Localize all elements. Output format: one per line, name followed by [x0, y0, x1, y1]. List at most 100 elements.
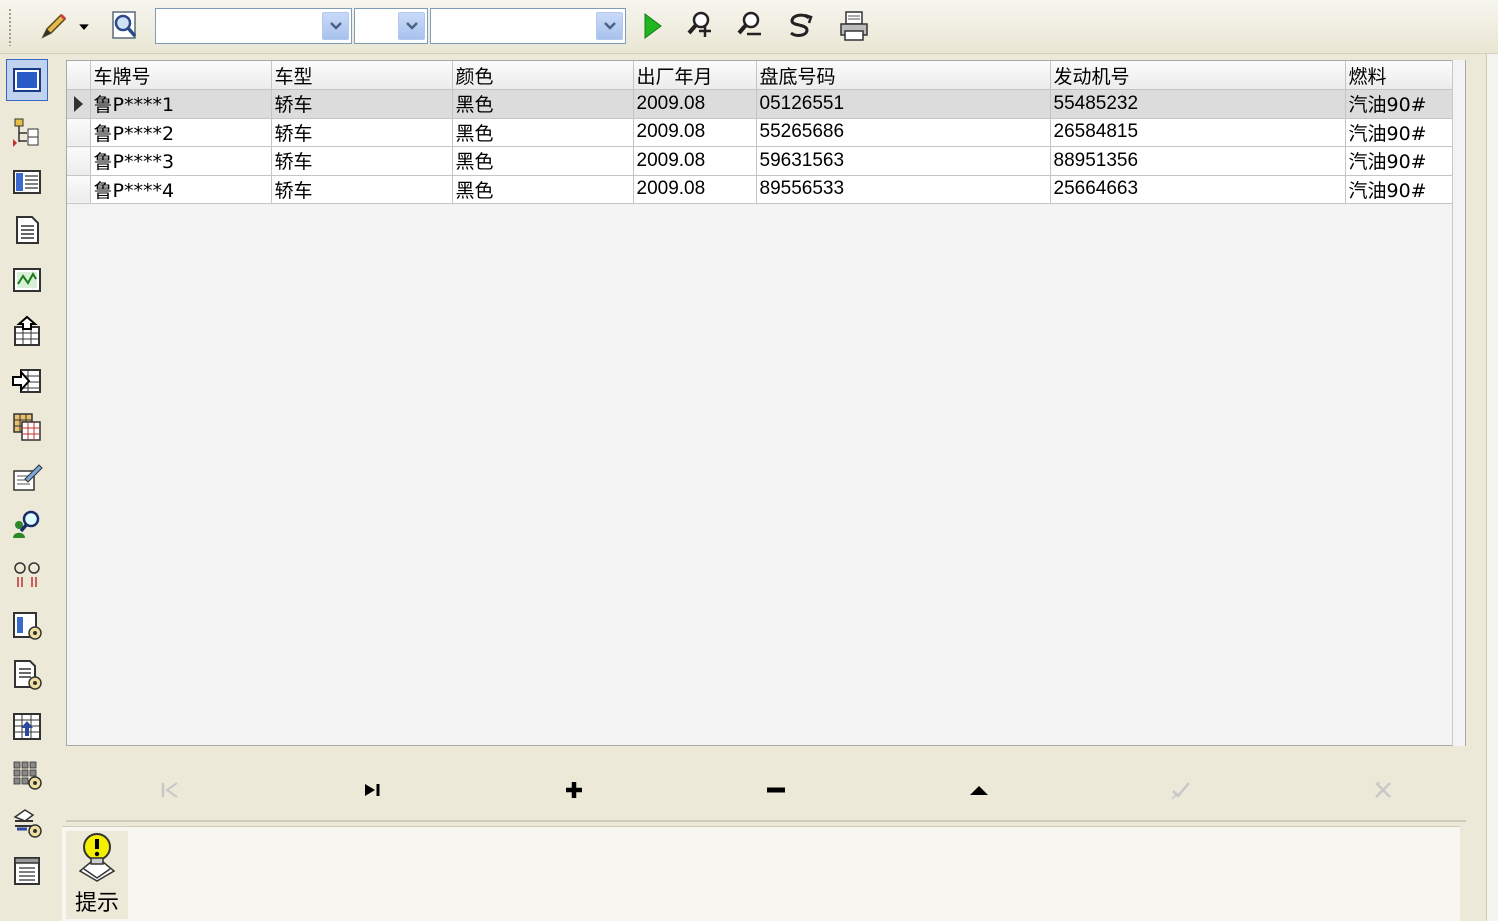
cell-chassis[interactable]: 05126551	[756, 89, 1051, 119]
query-operator-combo[interactable]	[354, 8, 428, 44]
sidebar-form-view[interactable]	[6, 59, 48, 101]
cell-chassis[interactable]: 59631563	[756, 146, 1051, 176]
row-indicator[interactable]	[67, 118, 91, 147]
cell-plate[interactable]: 鲁P****1	[90, 89, 272, 119]
find-next-icon[interactable]	[730, 6, 770, 46]
sidebar-document[interactable]	[6, 209, 48, 251]
cell-date[interactable]: 2009.08	[633, 175, 757, 204]
row-indicator[interactable]	[67, 146, 91, 176]
last-record-icon	[365, 784, 380, 796]
record-navigator	[66, 746, 1466, 822]
find-icon[interactable]	[680, 6, 720, 46]
cell-date[interactable]: 2009.08	[633, 146, 757, 176]
report-settings-icon	[13, 612, 42, 640]
query-field-combo[interactable]	[155, 8, 352, 44]
cell-fuel[interactable]: 汽油90#	[1345, 89, 1453, 119]
cell-engine[interactable]: 55485232	[1050, 89, 1346, 119]
cell-type[interactable]: 轿车	[271, 118, 453, 147]
first-record-button[interactable]	[152, 776, 188, 804]
cell-chassis[interactable]: 89556533	[756, 175, 1051, 204]
sidebar-export[interactable]	[6, 360, 48, 402]
column-header-engine[interactable]: 发动机号	[1050, 61, 1346, 90]
cell-type[interactable]: 轿车	[271, 146, 453, 176]
sidebar-report-settings[interactable]	[6, 604, 48, 646]
document-icon	[16, 216, 39, 244]
hint-button[interactable]: 提示	[66, 831, 128, 919]
sidebar-user-search[interactable]	[6, 504, 48, 546]
row-indicator[interactable]	[67, 175, 91, 204]
sidebar-edit-record[interactable]	[6, 456, 48, 498]
column-header-date[interactable]: 出厂年月	[633, 61, 757, 90]
cell-date[interactable]: 2009.08	[633, 118, 757, 147]
list-view-icon	[13, 170, 41, 194]
sidebar-import[interactable]	[6, 310, 48, 352]
cell-color[interactable]: 黑色	[452, 146, 634, 176]
refresh-icon[interactable]	[780, 6, 820, 46]
chevron-down-icon[interactable]	[596, 12, 623, 40]
chevron-down-icon[interactable]	[322, 12, 349, 40]
sidebar-tree-structure[interactable]	[6, 111, 48, 153]
cell-chassis[interactable]: 55265686	[756, 118, 1051, 147]
cell-type[interactable]: 轿车	[271, 89, 453, 119]
sidebar-notes[interactable]	[6, 850, 48, 892]
cell-engine[interactable]: 88951356	[1050, 146, 1346, 176]
last-record-button[interactable]	[354, 776, 390, 804]
left-sidebar	[0, 54, 56, 921]
cell-engine[interactable]: 26584815	[1050, 118, 1346, 147]
sidebar-chart[interactable]	[6, 259, 48, 301]
cell-color[interactable]: 黑色	[452, 89, 634, 119]
sidebar-document-settings[interactable]	[6, 654, 48, 696]
sidebar-list-view[interactable]	[6, 161, 48, 203]
vehicle-table: 车牌号 车型 颜色 出厂年月 盘底号码 发动机号 燃料 鲁P****1 轿车 黑…	[67, 61, 1453, 204]
column-header-plate[interactable]: 车牌号	[90, 61, 272, 90]
cell-engine[interactable]: 25664663	[1050, 175, 1346, 204]
cell-plate[interactable]: 鲁P****2	[90, 118, 272, 147]
toolbar-grip[interactable]	[8, 8, 12, 46]
document-settings-icon	[14, 660, 42, 690]
post-record-button[interactable]	[1163, 776, 1199, 804]
edit-record-button[interactable]	[961, 776, 997, 804]
cell-plate[interactable]: 鲁P****4	[90, 175, 272, 204]
cell-color[interactable]: 黑色	[452, 175, 634, 204]
cancel-record-icon	[1375, 782, 1391, 798]
column-header-color[interactable]: 颜色	[452, 61, 634, 90]
cancel-record-button[interactable]	[1365, 776, 1401, 804]
chart-icon	[13, 268, 41, 292]
cell-fuel[interactable]: 汽油90#	[1345, 118, 1453, 147]
table-row[interactable]: 鲁P****1 轿车 黑色 2009.08 05126551 55485232 …	[67, 89, 1453, 119]
run-query-icon[interactable]	[632, 6, 672, 46]
sidebar-grid-settings[interactable]	[6, 754, 48, 796]
grid-settings-icon	[13, 761, 42, 790]
cell-color[interactable]: 黑色	[452, 118, 634, 147]
table-row[interactable]: 鲁P****3 轿车 黑色 2009.08 59631563 88951356 …	[67, 146, 1453, 176]
hint-panel: 提示	[62, 826, 1460, 921]
add-record-button[interactable]	[556, 776, 592, 804]
query-value-combo[interactable]	[430, 8, 626, 44]
user-search-icon	[13, 510, 40, 538]
right-splitter[interactable]	[1486, 54, 1498, 921]
cell-fuel[interactable]: 汽油90#	[1345, 175, 1453, 204]
delete-record-button[interactable]	[758, 776, 794, 804]
column-header-type[interactable]: 车型	[271, 61, 453, 90]
pencil-icon[interactable]	[34, 6, 74, 46]
column-header-chassis[interactable]: 盘底号码	[756, 61, 1051, 90]
table-row[interactable]: 鲁P****4 轿车 黑色 2009.08 89556533 25664663 …	[67, 175, 1453, 204]
cell-type[interactable]: 轿车	[271, 175, 453, 204]
search-document-icon[interactable]	[104, 6, 144, 46]
column-header-fuel[interactable]: 燃料	[1345, 61, 1453, 90]
cell-plate[interactable]: 鲁P****3	[90, 146, 272, 176]
sidebar-table-upload[interactable]	[6, 705, 48, 747]
cell-date[interactable]: 2009.08	[633, 89, 757, 119]
vehicle-data-grid: 车牌号 车型 颜色 出厂年月 盘底号码 发动机号 燃料 鲁P****1 轿车 黑…	[66, 60, 1466, 746]
sidebar-user-settings[interactable]	[6, 802, 48, 844]
chevron-down-icon[interactable]	[398, 12, 425, 40]
table-row[interactable]: 鲁P****2 轿车 黑色 2009.08 55265686 26584815 …	[67, 118, 1453, 147]
row-indicator[interactable]	[67, 89, 91, 119]
grid-vertical-scrollbar[interactable]	[1452, 60, 1466, 746]
lightbulb-icon	[78, 833, 116, 882]
dropdown-arrow-icon[interactable]	[74, 6, 94, 46]
print-icon[interactable]	[834, 6, 874, 46]
cell-fuel[interactable]: 汽油90#	[1345, 146, 1453, 176]
sidebar-copy-table[interactable]	[6, 406, 48, 448]
sidebar-filter[interactable]	[6, 554, 48, 596]
